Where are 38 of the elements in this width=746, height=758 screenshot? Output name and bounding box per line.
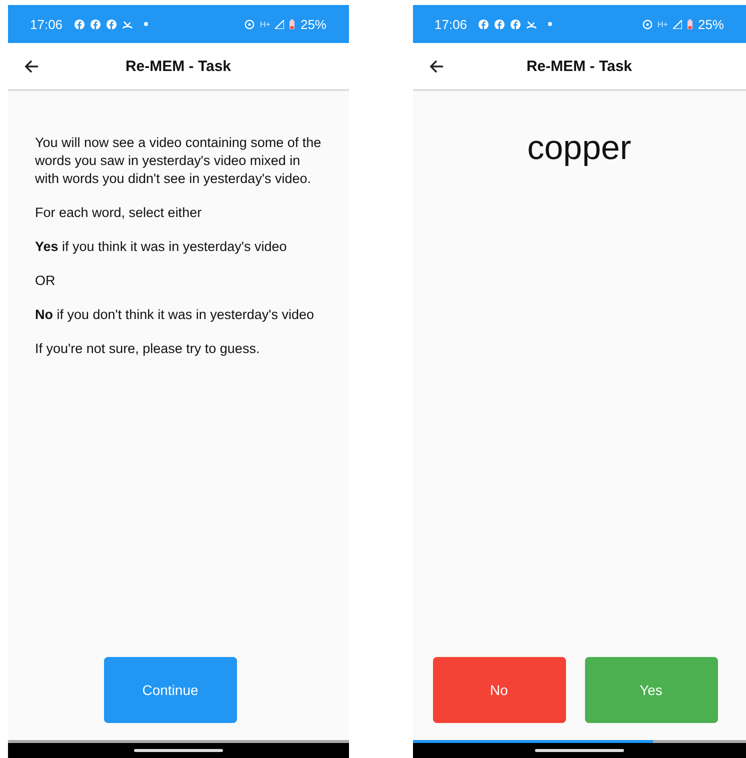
notification-icon — [478, 18, 490, 30]
screen-title: Re-MEM - Task — [125, 58, 232, 74]
answer-button[interactable]: Continue — [104, 657, 237, 723]
instruction-text: You will now see a video containing some of the words you saw in yesterday's video mixed in with words you didn't see in yesterday's video. — [35, 134, 322, 188]
answer-button[interactable]: No — [432, 657, 566, 723]
status-time: 17:06 — [434, 16, 468, 32]
home-handle[interactable] — [134, 749, 223, 752]
notification-icon — [494, 18, 506, 30]
network-type: H+ — [658, 20, 668, 28]
instruction-text: For each word, select either — [35, 204, 203, 222]
signal-icon — [275, 20, 284, 28]
notification-icon — [74, 18, 85, 30]
alarm-icon — [244, 18, 256, 30]
instruction-text: Yes if you think it was in yesterday's video — [35, 238, 288, 256]
missed-call-icon — [122, 18, 133, 30]
dot-icon — [548, 22, 552, 26]
notification-icon — [510, 18, 522, 30]
screen-title: Re-MEM - Task — [526, 58, 632, 74]
dot-icon — [144, 22, 148, 26]
notification-icon — [106, 18, 117, 30]
back-icon[interactable] — [24, 58, 39, 74]
instruction-text: OR — [35, 272, 56, 290]
alarm-icon — [642, 18, 653, 30]
answer-button[interactable]: Yes — [584, 657, 718, 723]
instruction-text: No if you don't think it was in yesterday's video — [35, 306, 316, 324]
instruction-text: If you're not sure, please try to guess. — [35, 340, 261, 358]
battery-level: 25% — [300, 16, 326, 32]
network-type: H+ — [260, 20, 270, 28]
battery-icon — [686, 18, 693, 30]
back-icon[interactable] — [428, 58, 444, 74]
battery-level: 25% — [698, 16, 724, 32]
status-time: 17:06 — [30, 16, 63, 32]
home-handle[interactable] — [534, 749, 624, 752]
battery-icon — [289, 18, 296, 30]
signal-icon — [672, 20, 682, 28]
notification-icon — [90, 18, 101, 30]
task-word: copper — [527, 129, 632, 168]
missed-call-icon — [526, 18, 538, 30]
